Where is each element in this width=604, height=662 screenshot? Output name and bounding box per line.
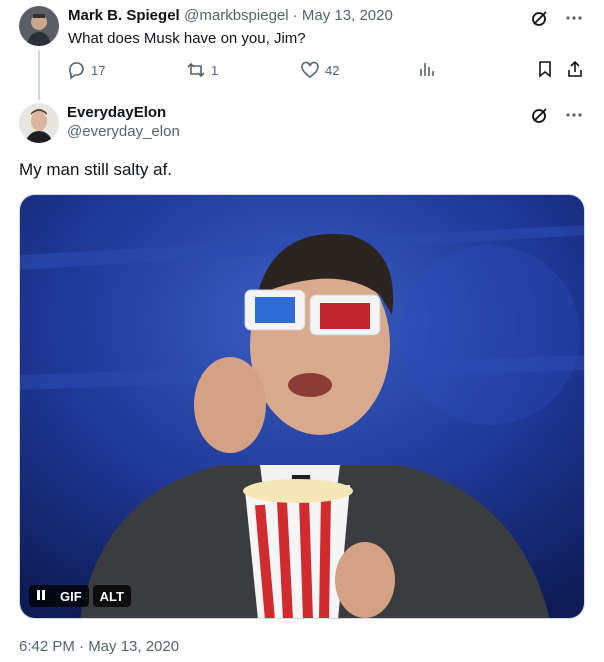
thread-connector bbox=[38, 50, 40, 100]
reply-icon bbox=[66, 60, 86, 80]
share-button[interactable] bbox=[566, 60, 584, 78]
handle-and-date[interactable]: @markbspiegel · May 13, 2020 bbox=[184, 7, 393, 24]
parent-tweet[interactable]: Mark B. Spiegel @markbspiegel · May 13, … bbox=[0, 0, 604, 100]
share-icon bbox=[566, 60, 584, 78]
grok-icon[interactable] bbox=[530, 8, 550, 28]
reply-button[interactable]: 17 bbox=[66, 60, 105, 80]
avatar-mark-spiegel[interactable] bbox=[19, 6, 59, 46]
tweet-text: What does Musk have on you, Jim? bbox=[68, 30, 306, 47]
pause-icon bbox=[36, 589, 46, 604]
like-icon bbox=[300, 60, 320, 80]
author-name[interactable]: EverydayElon bbox=[67, 104, 180, 121]
alt-badge[interactable]: ALT bbox=[92, 585, 131, 607]
retweet-button[interactable]: 1 bbox=[186, 60, 218, 80]
author-name[interactable]: Mark B. Spiegel bbox=[68, 7, 180, 24]
pause-button[interactable] bbox=[29, 585, 53, 607]
views-button[interactable] bbox=[418, 60, 436, 78]
gif-frame-image bbox=[20, 195, 584, 618]
reply-count: 17 bbox=[91, 62, 106, 78]
media-badges: GIF ALT bbox=[29, 585, 131, 607]
views-icon bbox=[418, 60, 436, 78]
author-handle[interactable]: @everyday_elon bbox=[67, 123, 180, 140]
tweet-header: Mark B. Spiegel @markbspiegel · May 13, … bbox=[68, 7, 393, 25]
tweet-top-actions bbox=[530, 8, 584, 28]
tweet-top-actions bbox=[530, 105, 584, 125]
more-icon[interactable] bbox=[564, 105, 584, 125]
avatar-everyday-elon[interactable] bbox=[19, 103, 59, 143]
grok-icon[interactable] bbox=[530, 105, 550, 125]
gif-badge: GIF bbox=[60, 588, 82, 604]
bookmark-button[interactable] bbox=[536, 60, 554, 78]
bookmark-icon bbox=[536, 60, 554, 78]
gif-controls: GIF bbox=[29, 585, 89, 607]
more-icon[interactable] bbox=[564, 8, 584, 28]
gif-media[interactable] bbox=[19, 194, 585, 619]
tweet-timestamp[interactable]: 6:42 PM · May 13, 2020 bbox=[19, 638, 179, 655]
tweet-header: EverydayElon @everyday_elon bbox=[67, 104, 180, 140]
tweet-actions: 17 1 42 bbox=[66, 60, 586, 82]
tweet-text: My man still salty af. bbox=[19, 160, 173, 179]
retweet-icon bbox=[186, 60, 206, 80]
like-count: 42 bbox=[325, 62, 340, 78]
like-button[interactable]: 42 bbox=[300, 60, 339, 80]
retweet-count: 1 bbox=[211, 62, 219, 78]
